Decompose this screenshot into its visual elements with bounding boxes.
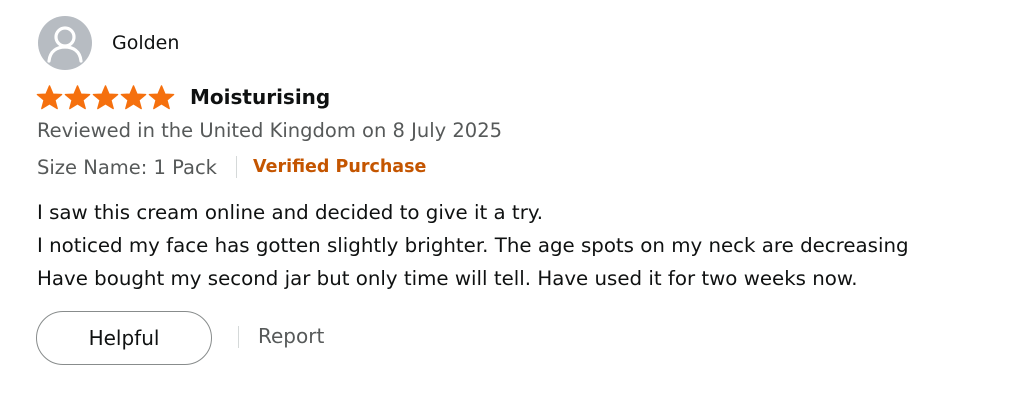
star-icon: [64, 84, 91, 111]
rating-row: Moisturising: [36, 82, 330, 112]
review-body: I saw this cream online and decided to g…: [37, 196, 1022, 295]
review-date: Reviewed in the United Kingdom on 8 July…: [37, 119, 503, 142]
default-user-avatar-icon: [47, 26, 83, 63]
star-rating[interactable]: [36, 84, 175, 111]
verified-purchase-badge: Verified Purchase: [252, 157, 427, 177]
helpful-button[interactable]: Helpful: [36, 311, 212, 365]
avatar: [38, 16, 92, 70]
review-title[interactable]: Moisturising: [190, 85, 330, 109]
divider: [235, 156, 237, 178]
report-link[interactable]: Report: [258, 324, 324, 348]
size-name: Size Name: 1 Pack: [37, 155, 217, 179]
star-icon: [120, 84, 147, 111]
reviewer-name[interactable]: Golden: [112, 32, 179, 54]
review-meta: Size Name: 1 Pack Verified Purchase: [37, 154, 426, 180]
review-body-line: Have bought my second jar but only time …: [37, 267, 858, 290]
star-icon: [36, 84, 63, 111]
divider: [238, 326, 239, 348]
review-body-line: I noticed my face has gotten slightly br…: [37, 234, 909, 257]
star-icon: [92, 84, 119, 111]
star-icon: [148, 84, 175, 111]
review-body-line: I saw this cream online and decided to g…: [37, 201, 543, 224]
